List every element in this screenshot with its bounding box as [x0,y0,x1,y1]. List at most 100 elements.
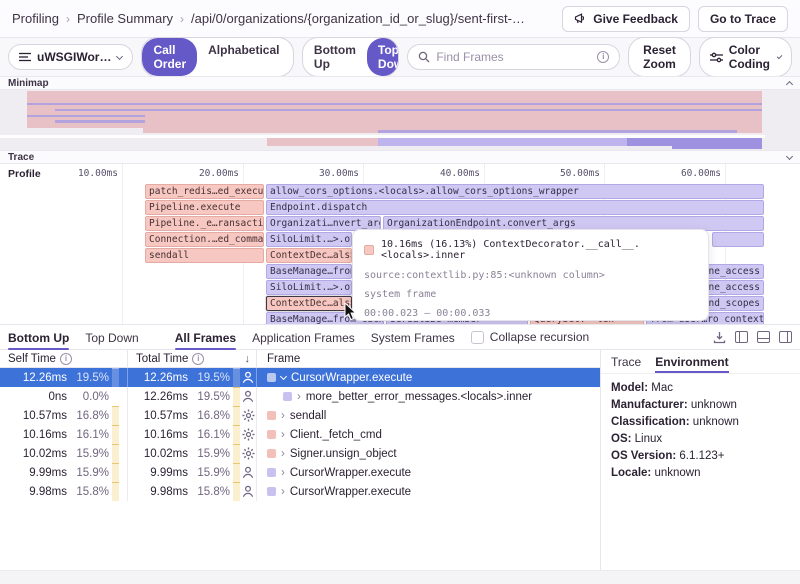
collapse-trace-icon[interactable] [786,152,793,159]
color-coding-dropdown[interactable]: Color Coding [699,37,792,77]
flame-frame[interactable]: patch_redis…ed_execute [145,184,264,199]
details-tabs: Trace Environment [601,350,800,374]
breadcrumb: Profiling › Profile Summary › /api/0/org… [12,11,562,26]
direction-top-down[interactable]: Top Down [367,38,399,76]
sort-descending-icon[interactable]: ↓ [245,353,251,365]
flame-frame[interactable]: Endpoint.dispatch [266,200,764,215]
table-row[interactable]: 10.57ms16.8%10.57ms16.8%›sendall [0,406,600,425]
layout-bottom-panel-icon[interactable] [757,331,770,343]
direction-bottom-up[interactable]: Bottom Up [303,38,367,76]
axis-tick-label: 10.00ms [64,168,118,179]
flame-frame[interactable]: ContextDec…als>.i [266,296,352,311]
tab-trace[interactable]: Trace [611,351,641,372]
minimap-canvas[interactable] [0,90,800,150]
color-coding-label: Color Coding [729,43,772,71]
axis-tick-label: 50.00ms [546,168,600,179]
column-header-total-time[interactable]: Total Time i ↓ [128,350,257,367]
give-feedback-button[interactable]: Give Feedback [562,6,690,32]
give-feedback-label: Give Feedback [593,12,678,26]
reset-zoom-button[interactable]: Reset Zoom [628,37,690,77]
flamegraph-canvas[interactable]: Profile patch_redis…ed_executeallow_cors… [0,164,800,324]
tab-environment[interactable]: Environment [655,351,728,372]
minimap-block [378,138,627,146]
mouse-cursor [344,302,357,321]
column-header-self-time[interactable]: Self Time i [0,350,128,367]
go-to-trace-button[interactable]: Go to Trace [698,6,788,32]
frame-color-swatch [283,392,292,401]
thread-selector-dropdown[interactable]: uWSGIWor… [8,44,133,70]
flame-frame[interactable]: allow_cors_options.<locals>.allow_cors_o… [266,184,764,199]
sort-call-order[interactable]: Call Order [142,38,197,76]
collapse-recursion-label: Collapse recursion [490,330,589,344]
tooltip-source: source:contextlib.py:85:<unknown column> [364,270,697,281]
gear-icon [240,428,256,441]
collapse-recursion-checkbox[interactable] [471,331,484,344]
minimap-block [27,115,145,117]
frames-table: Self Time i Total Time i ↓ Frame 12.26ms… [0,350,600,570]
flame-frame[interactable]: sendall [145,248,264,263]
info-icon[interactable]: i [597,51,609,63]
frame-tooltip: 10.16ms (16.13%) ContextDecorator.__call… [352,229,709,321]
tooltip-title: 10.16ms (16.13%) ContextDecorator.__call… [381,239,697,261]
tab-all-frames[interactable]: All Frames [175,326,236,349]
axis-tick-label: 30.00ms [305,168,359,179]
frame-color-swatch [267,487,276,496]
table-row[interactable]: 10.02ms15.9%10.02ms15.9%›Signer.unsign_o… [0,444,600,463]
gear-icon [240,447,256,460]
flame-frame[interactable]: BaseManage…from_c [266,264,352,279]
frame-name: CursorWrapper.execute [290,467,411,479]
tab-system-frames[interactable]: System Frames [371,326,455,349]
frame-name: CursorWrapper.execute [290,486,411,498]
layout-right-panel-icon[interactable] [779,331,792,343]
flame-frame[interactable]: Pipeline._e…ransaction [145,216,264,231]
minimap-block [672,146,762,149]
find-frames-search[interactable]: i [407,44,620,70]
table-row[interactable]: 9.99ms15.9%9.99ms15.9%›CursorWrapper.exe… [0,463,600,482]
layout-left-panel-icon[interactable] [735,331,748,343]
table-row[interactable]: 9.98ms15.8%9.98ms15.8%›CursorWrapper.exe… [0,482,600,501]
frames-table-header: Self Time i Total Time i ↓ Frame [0,350,600,368]
table-row[interactable]: 10.16ms16.1%10.16ms16.1%›Client._fetch_c… [0,425,600,444]
gridline [122,164,123,324]
sort-left-heavy[interactable]: Left Heavy [290,38,293,76]
gear-icon [240,409,256,422]
details-panel: Trace Environment Model: MacManufacturer… [600,350,800,570]
column-header-frame[interactable]: Frame [257,350,600,367]
flame-frame[interactable]: ne_access [703,264,764,279]
tab-application-frames[interactable]: Application Frames [252,326,355,349]
breadcrumb-transaction: /api/0/organizations/{organization_id_or… [191,11,525,26]
flame-frame[interactable]: SiloLimit.…>.over [266,280,352,295]
table-row[interactable]: 0ns0.0%12.26ms19.5%›more_better_error_me… [0,387,600,406]
table-row[interactable]: 12.26ms19.5%12.26ms19.5%CursorWrapper.ex… [0,368,600,387]
flame-frame[interactable]: Connection.…ed_command [145,232,264,247]
flamegraph-toolbar: uWSGIWor… Call Order Alphabetical Left H… [0,38,800,76]
collapse-recursion-toggle[interactable]: Collapse recursion [471,330,589,344]
download-icon[interactable] [713,331,726,344]
sliders-icon [710,52,723,63]
person-icon [240,390,256,403]
env-field: OS: Linux [611,431,790,448]
breadcrumb-profiling[interactable]: Profiling [12,11,59,26]
flame-frame[interactable]: ContextDec…als>.i [266,248,352,263]
page-footer [0,570,800,584]
flame-frame[interactable] [712,232,764,247]
flame-frame[interactable]: ne_access [703,280,764,295]
tab-top-down[interactable]: Top Down [85,326,138,349]
info-icon: i [60,353,72,365]
axis-tick-label: 60.00ms [667,168,721,179]
thread-selector-label: uWSGIWor… [37,50,111,64]
sort-alphabetical[interactable]: Alphabetical [197,38,290,76]
chevron-down-icon [116,52,123,59]
frames-table-body: 12.26ms19.5%12.26ms19.5%CursorWrapper.ex… [0,368,600,501]
trace-title: Trace [8,152,34,163]
flame-frame[interactable]: nd_scopes [703,296,764,311]
search-input[interactable] [436,50,591,64]
collapse-minimap-icon[interactable] [786,81,793,88]
frame-color-swatch [267,373,276,382]
flame-frame[interactable]: Pipeline.execute [145,200,264,215]
tab-bottom-up[interactable]: Bottom Up [8,326,69,349]
breadcrumb-profile-summary[interactable]: Profile Summary [77,11,173,26]
tooltip-time-range: 00:00.023 — 00:00.033 [364,308,697,319]
flame-frame[interactable]: SiloLimit.…>.over [266,232,352,247]
megaphone-icon [574,12,587,25]
